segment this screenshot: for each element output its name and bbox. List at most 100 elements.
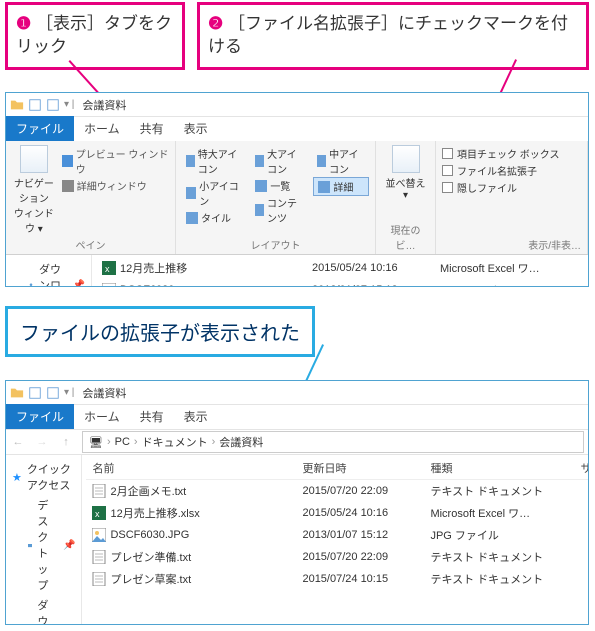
- callout-1-num: ❶: [16, 14, 31, 33]
- group-current-label: 現在のビ…: [382, 220, 429, 252]
- qa-icon-1[interactable]: [28, 98, 42, 112]
- nav-downloads-label: ダウンロード: [39, 261, 68, 287]
- callout-1: ❶ ［表示］タブをクリック: [5, 2, 185, 70]
- forward-button[interactable]: →: [30, 436, 54, 448]
- file-type: テキスト ドキュメント: [424, 480, 574, 502]
- chevron-icon: ›: [212, 436, 216, 448]
- col-name[interactable]: 名前: [86, 457, 296, 479]
- qa-icon-2[interactable]: [46, 98, 60, 112]
- qa-dropdown-2[interactable]: ▾ |: [64, 387, 74, 398]
- downloads-icon: [28, 279, 34, 287]
- group-pane-label: ペイン: [12, 235, 169, 252]
- column-headers: 名前 更新日時 種類 サイ: [86, 457, 589, 480]
- quick-access-label: クイック アクセス: [27, 461, 76, 493]
- checkbox-icon: [442, 148, 453, 159]
- titlebar: ▾ | 会議資料: [6, 93, 588, 117]
- content-icon: [255, 204, 264, 216]
- layout-list[interactable]: 一覧: [251, 177, 307, 194]
- table-row[interactable]: x12月売上推移2015/05/24 10:16Microsoft Excel …: [96, 257, 584, 279]
- breadcrumb[interactable]: 🖥 › PC › ドキュメント › 会議資料: [82, 431, 584, 453]
- file-date: 2013/01/07 15:12: [306, 281, 434, 287]
- file-type: テキスト ドキュメント: [424, 568, 574, 590]
- details-pane-button[interactable]: 詳細ウィンドウ: [62, 177, 169, 194]
- qa-dropdown[interactable]: ▾ |: [64, 99, 74, 110]
- layout-s[interactable]: 小アイコン: [182, 177, 245, 209]
- layout-details[interactable]: 詳細: [313, 177, 369, 196]
- sort-button[interactable]: 並べ替え ▾: [382, 145, 429, 201]
- callout-2-num: ❷: [208, 14, 223, 33]
- tab-home[interactable]: ホーム: [74, 116, 130, 141]
- file-icon: [92, 528, 106, 542]
- chevron-icon: ›: [134, 436, 138, 448]
- up-button[interactable]: ↑: [54, 436, 78, 448]
- layout-tiles[interactable]: タイル: [182, 209, 245, 226]
- m-icon: [317, 155, 326, 167]
- tab-share-2[interactable]: 共有: [130, 404, 174, 429]
- layout-content[interactable]: コンテンツ: [251, 194, 307, 226]
- tab-file-2[interactable]: ファイル: [6, 404, 74, 429]
- qa-icon-2[interactable]: [46, 386, 60, 400]
- back-button[interactable]: ←: [6, 436, 30, 448]
- nav-pane-icon: [20, 145, 48, 173]
- table-row[interactable]: DSCF60302013/01/07 15:12JPG ファイル: [96, 279, 584, 287]
- table-row[interactable]: プレゼン草案.txt 2015/07/24 10:15テキスト ドキュメント: [86, 568, 589, 590]
- file-name: 12月売上推移: [120, 260, 187, 276]
- nav-pane-button[interactable]: ナビゲーション ウィンドウ ▾: [12, 145, 56, 235]
- table-row[interactable]: 2月企画メモ.txt2015/07/20 22:09テキスト ドキュメント: [86, 480, 589, 502]
- tab-view-2[interactable]: 表示: [174, 404, 218, 429]
- tiles-icon: [186, 212, 198, 224]
- file-icon: x: [102, 261, 116, 275]
- l-icon: [255, 155, 264, 167]
- folder-icon: [10, 386, 24, 400]
- table-row[interactable]: DSCF6030.JPG2013/01/07 15:12JPG ファイル: [86, 524, 589, 546]
- m-label: 中アイコン: [329, 146, 365, 176]
- file-date: 2015/07/20 22:09: [296, 548, 424, 566]
- file-date: 2015/07/24 10:15: [296, 570, 424, 588]
- result-text: ファイルの拡張子が表示された: [20, 323, 300, 345]
- nav-downloads-2[interactable]: ダウンロード📌: [10, 595, 77, 625]
- pin-icon: 📌: [63, 540, 75, 551]
- layout-m[interactable]: 中アイコン: [313, 145, 369, 177]
- star-icon: ★: [12, 471, 22, 484]
- file-type: JPG ファイル: [434, 279, 584, 287]
- table-row[interactable]: x12月売上推移.xlsx2015/05/24 10:16Microsoft E…: [86, 502, 589, 524]
- crumb-folder[interactable]: 会議資料: [219, 434, 263, 450]
- check-hidden[interactable]: 隠しファイル: [442, 179, 559, 196]
- col-type[interactable]: 種類: [424, 457, 574, 479]
- layout-xl[interactable]: 特大アイコン: [182, 145, 245, 177]
- preview-pane-button[interactable]: プレビュー ウィンドウ: [62, 145, 169, 177]
- ribbon-tabs: ファイル ホーム 共有 表示: [6, 117, 588, 141]
- qa-icon-1[interactable]: [28, 386, 42, 400]
- explorer-window-1: ▾ | 会議資料 ファイル ホーム 共有 表示 ナビゲーション ウィンドウ ▾ …: [5, 92, 589, 287]
- tab-view[interactable]: 表示: [174, 116, 218, 141]
- nav-quick-access[interactable]: ★ クイック アクセス: [10, 459, 77, 495]
- file-date: 2013/01/07 15:12: [296, 526, 424, 544]
- file-name: プレゼン草案.txt: [110, 571, 191, 587]
- check-file-ext[interactable]: ファイル名拡張子: [442, 162, 559, 179]
- xl-icon: [186, 155, 195, 167]
- address-bar: ← → ↑ 🖥 › PC › ドキュメント › 会議資料: [6, 429, 588, 455]
- nav-pane: ダウンロード📌 ドキュメント📌 ピクチャ📌 ビデオ ミュージック: [6, 255, 92, 287]
- titlebar-2: ▾ | 会議資料: [6, 381, 588, 405]
- check-ext-label: ファイル名拡張子: [457, 163, 537, 178]
- table-row[interactable]: プレゼン準備.txt2015/07/20 22:09テキスト ドキュメント: [86, 546, 589, 568]
- layout-l[interactable]: 大アイコン: [251, 145, 307, 177]
- content-area-2: ★クイック アクセス デスクトップ📌 ダウンロード📌 ドキュメント📌 ピクチャ📌…: [6, 455, 588, 625]
- group-show-label: 表示/非表…: [442, 235, 581, 252]
- content-area: ダウンロード📌 ドキュメント📌 ピクチャ📌 ビデオ ミュージック x 12月売上推…: [6, 255, 588, 287]
- check-item-boxes[interactable]: 項目チェック ボックス: [442, 145, 559, 162]
- col-date[interactable]: 更新日時: [296, 457, 424, 479]
- callout-2: ❷ ［ファイル名拡張子］にチェックマークを付ける: [197, 2, 589, 70]
- nav-desktop[interactable]: デスクトップ📌: [10, 495, 77, 595]
- pc-icon: 🖥: [89, 436, 103, 449]
- crumb-pc[interactable]: PC: [115, 436, 130, 448]
- tab-file[interactable]: ファイル: [6, 116, 74, 141]
- tab-share[interactable]: 共有: [130, 116, 174, 141]
- crumb-docs[interactable]: ドキュメント: [142, 434, 208, 450]
- nav-downloads-label-2: ダウンロード: [37, 597, 58, 625]
- col-size[interactable]: サイ: [574, 457, 589, 479]
- explorer-window-2: ▾ | 会議資料 ファイル ホーム 共有 表示 ← → ↑ 🖥 › PC › ド…: [5, 380, 589, 625]
- ribbon-view: ナビゲーション ウィンドウ ▾ プレビュー ウィンドウ 詳細ウィンドウ ペイン …: [6, 141, 588, 255]
- tab-home-2[interactable]: ホーム: [74, 404, 130, 429]
- nav-downloads[interactable]: ダウンロード📌: [10, 259, 87, 287]
